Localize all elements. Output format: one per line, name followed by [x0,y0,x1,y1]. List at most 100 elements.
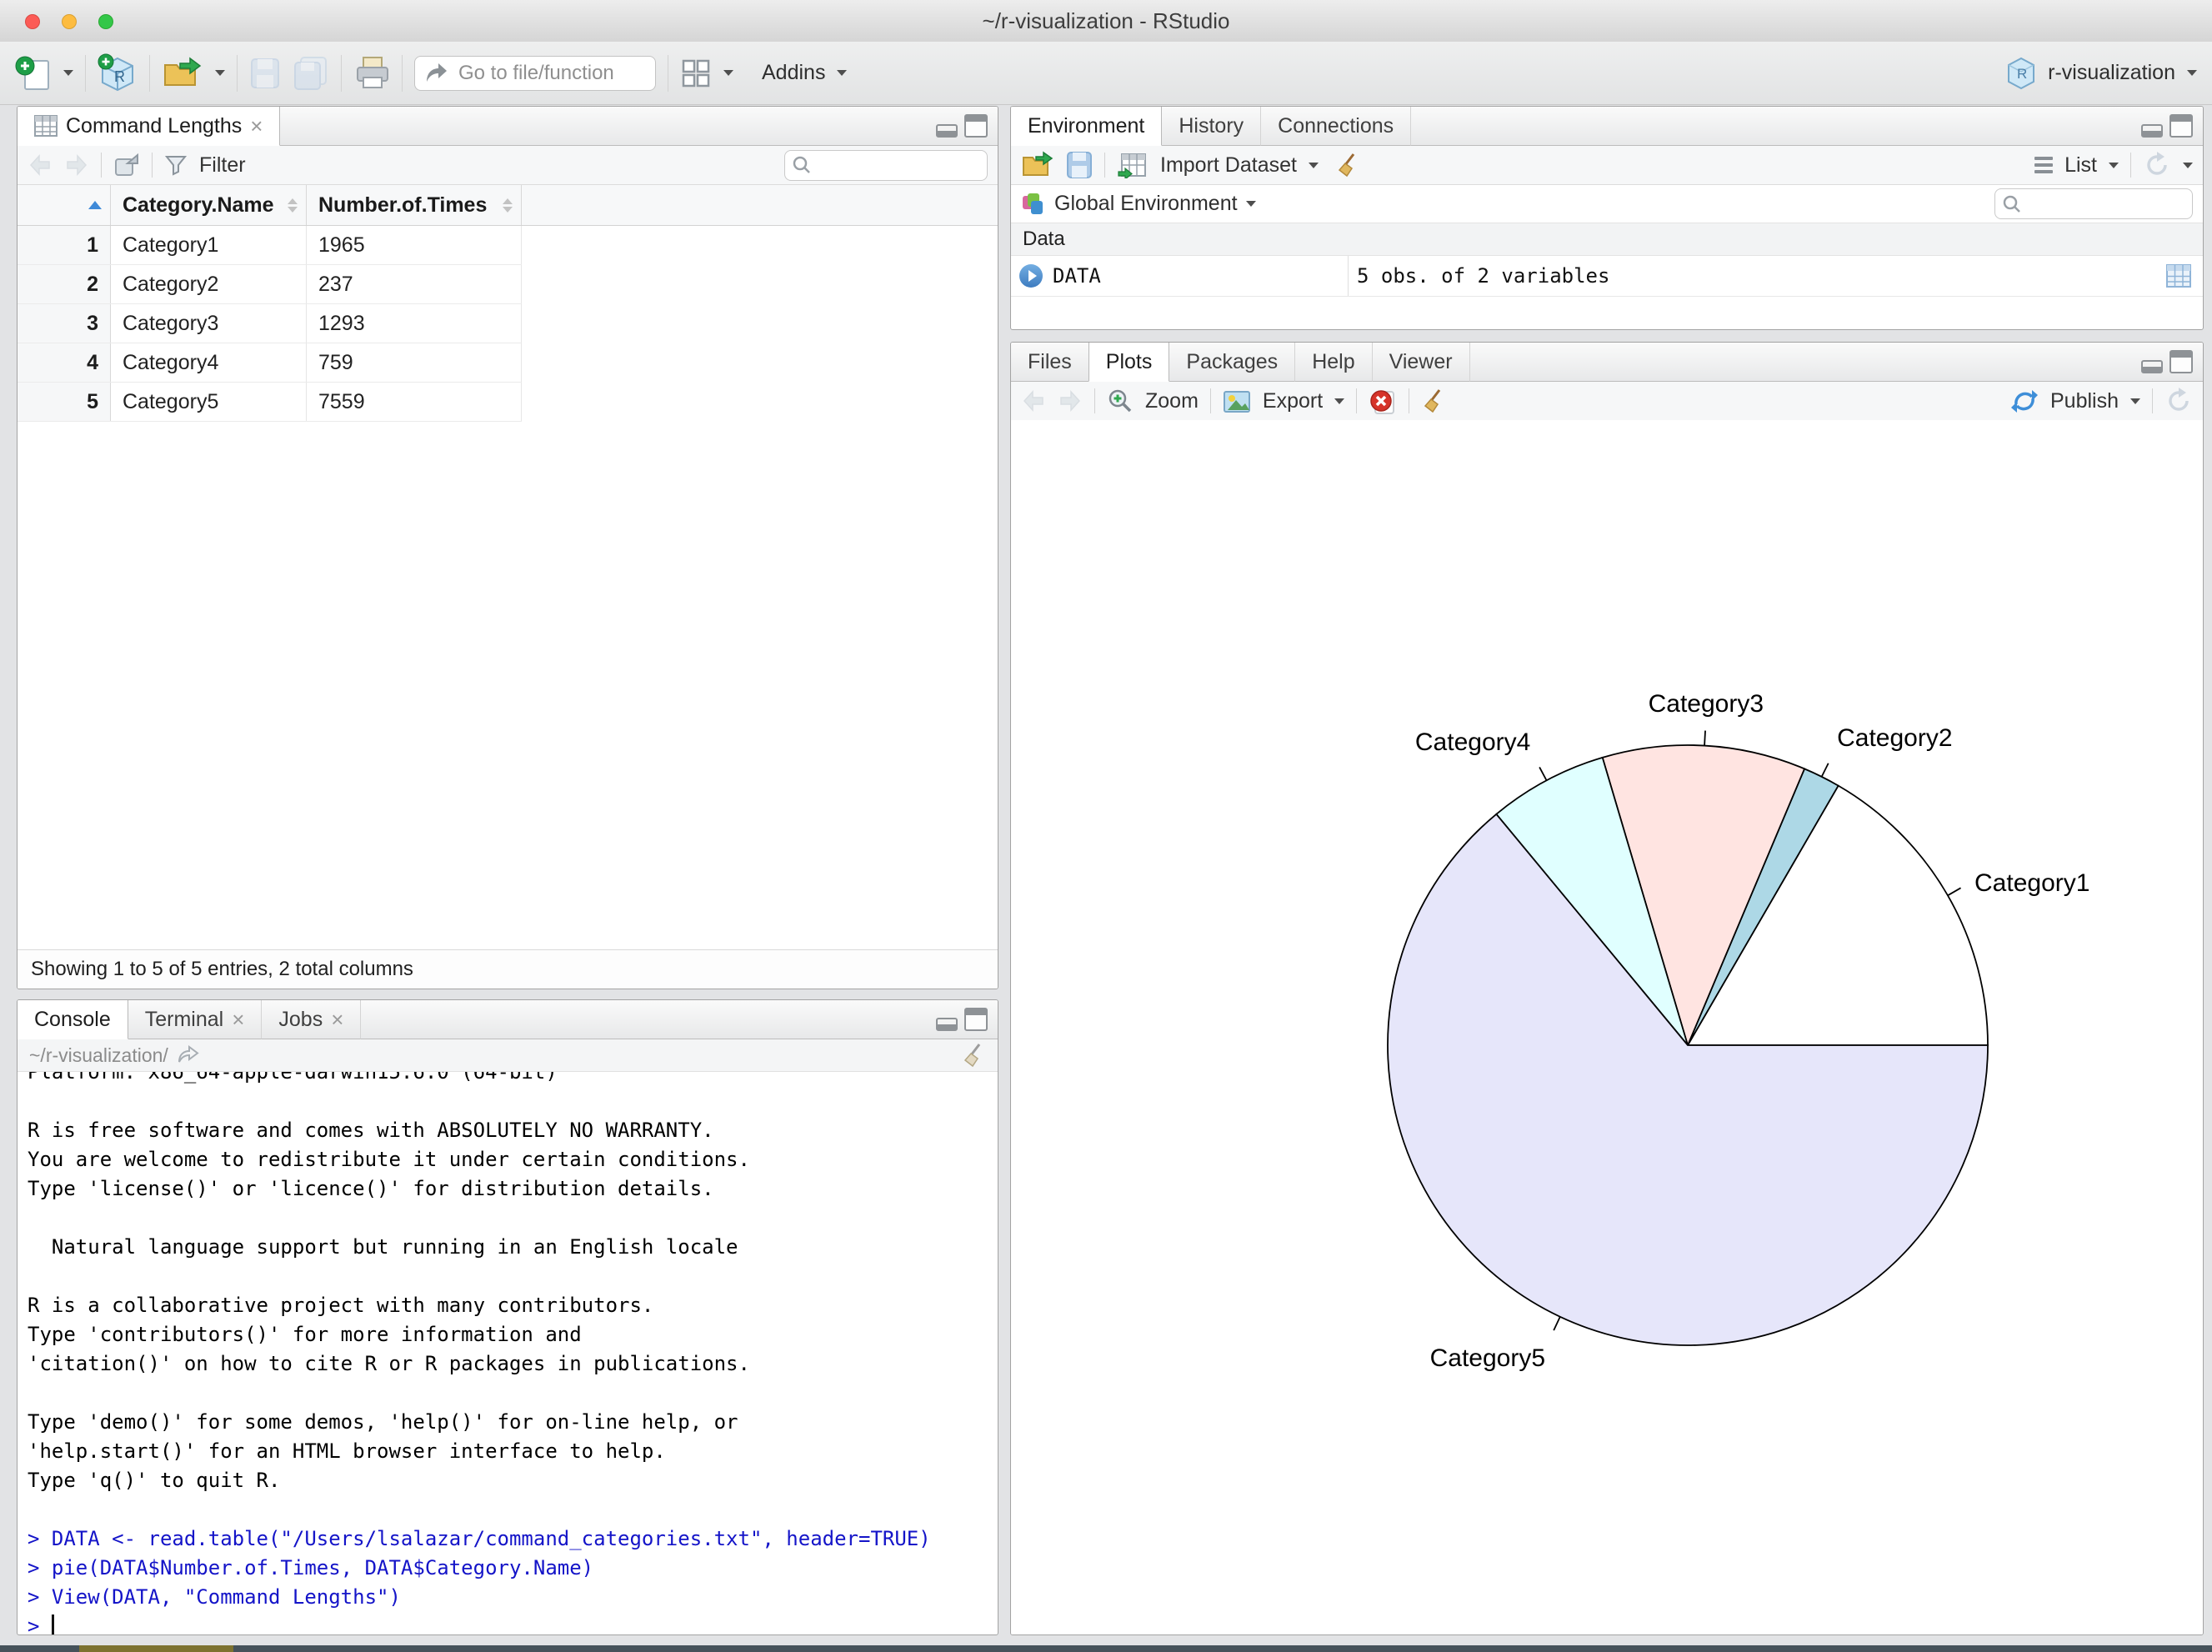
category-name-cell[interactable]: Category1 [111,226,307,264]
goto-file-input[interactable] [457,60,635,86]
table-row[interactable]: 4 Category4 759 [18,343,522,383]
next-plot-icon[interactable] [1058,389,1083,413]
print-icon[interactable] [353,56,390,91]
table-row[interactable]: 3 Category3 1293 [18,304,522,343]
environment-object-row[interactable]: DATA 5 obs. of 2 variables [1011,256,2203,297]
open-file-dropdown[interactable] [215,70,225,76]
zoom-plot-icon[interactable] [1107,388,1134,414]
save-icon[interactable] [249,57,281,90]
project-dropdown[interactable] [2187,70,2197,76]
minimize-pane-icon[interactable] [2141,124,2163,138]
sort-ascending-icon[interactable] [88,201,102,209]
remove-plot-icon[interactable] [1369,387,1397,415]
number-of-times-cell[interactable]: 1965 [307,226,522,264]
list-view-label[interactable]: List [2064,153,2097,178]
previous-plot-icon[interactable] [1021,389,1046,413]
close-icon[interactable]: × [232,1009,244,1030]
tab-environment[interactable]: Environment [1011,107,1163,146]
category-name-cell[interactable]: Category2 [111,265,307,303]
category-name-cell[interactable]: Category4 [111,343,307,382]
column-header-category-name[interactable]: Category.Name [111,185,307,225]
tab-history[interactable]: History [1162,107,1262,146]
clear-console-icon[interactable] [961,1042,986,1069]
filter-button-label[interactable]: Filter [199,153,246,178]
pane-layout-dropdown[interactable] [723,70,733,76]
goto-directory-icon[interactable] [177,1045,200,1065]
save-workspace-icon[interactable] [1066,151,1093,179]
tab-jobs[interactable]: Jobs × [262,1000,362,1039]
tab-packages[interactable]: Packages [1169,343,1296,382]
tab-terminal[interactable]: Terminal × [128,1000,263,1039]
export-plot-dropdown[interactable] [1334,398,1345,404]
publish-label[interactable]: Publish [2050,389,2119,413]
refresh-icon[interactable] [2143,151,2171,179]
save-all-icon[interactable] [293,56,329,91]
category-name-cell[interactable]: Category3 [111,304,307,343]
minimize-pane-icon[interactable] [936,124,958,138]
environment-search-box[interactable] [1994,188,2193,219]
filter-icon[interactable] [164,153,188,177]
category-name-cell[interactable]: Category5 [111,383,307,421]
goto-file-search[interactable] [414,55,656,91]
new-file-dropdown[interactable] [63,70,73,76]
tab-viewer[interactable]: Viewer [1372,343,1470,382]
tab-command-lengths[interactable]: Command Lengths × [18,107,281,146]
minimize-pane-icon[interactable] [936,1018,958,1031]
refresh-dropdown[interactable] [2183,162,2193,168]
addins-button[interactable]: Addins [762,61,825,85]
row-number-cell[interactable]: 5 [18,383,111,421]
table-row[interactable]: 1 Category1 1965 [18,226,522,265]
number-of-times-cell[interactable]: 759 [307,343,522,382]
pane-layout-icon[interactable] [680,58,712,89]
open-file-icon[interactable] [162,55,203,92]
maximize-pane-icon[interactable] [2169,350,2193,373]
number-of-times-cell[interactable]: 7559 [307,383,522,421]
close-icon[interactable]: × [250,115,263,137]
row-number-cell[interactable]: 2 [18,265,111,303]
import-dataset-label[interactable]: Import Dataset [1160,153,1297,178]
clear-environment-icon[interactable] [1335,152,1360,178]
publish-dropdown[interactable] [2130,398,2140,404]
export-plot-icon[interactable] [1223,388,1251,413]
global-environment-dropdown[interactable] [1245,201,1256,207]
global-environment-selector[interactable]: Global Environment [1054,192,1238,216]
tab-connections[interactable]: Connections [1261,107,1412,146]
maximize-pane-icon[interactable] [2169,114,2193,138]
list-view-icon[interactable] [2034,157,2054,173]
viewer-search-box[interactable] [784,149,988,181]
environment-search-input[interactable] [2029,192,2174,216]
addins-dropdown[interactable] [837,70,848,76]
refresh-plot-icon[interactable] [2164,387,2193,415]
publish-icon[interactable] [2010,388,2039,414]
import-dataset-icon[interactable] [1117,152,1149,178]
open-new-window-icon[interactable] [113,153,140,178]
column-header-number-of-times[interactable]: Number.of.Times [307,185,522,225]
new-project-icon[interactable]: R [98,53,138,93]
forward-icon[interactable] [64,153,89,177]
maximize-pane-icon[interactable] [964,114,988,138]
viewer-search-input[interactable] [818,153,963,178]
view-data-grid-icon[interactable] [2166,264,2191,288]
export-plot-label[interactable]: Export [1263,389,1323,413]
list-view-dropdown[interactable] [2109,162,2119,168]
new-file-icon[interactable] [15,54,52,93]
clear-all-plots-icon[interactable] [1421,388,1446,414]
row-number-cell[interactable]: 1 [18,226,111,264]
tab-help[interactable]: Help [1295,343,1373,382]
tab-plots[interactable]: Plots [1088,343,1170,382]
row-number-cell[interactable]: 3 [18,304,111,343]
table-row[interactable]: 2 Category2 237 [18,265,522,304]
import-dataset-dropdown[interactable] [1308,162,1319,168]
project-selector[interactable]: r-visualization [2048,61,2175,85]
table-row[interactable]: 5 Category5 7559 [18,383,522,422]
minimize-pane-icon[interactable] [2141,360,2163,373]
tab-files[interactable]: Files [1011,343,1089,382]
close-icon[interactable]: × [331,1009,343,1030]
zoom-plot-label[interactable]: Zoom [1145,389,1199,413]
load-workspace-icon[interactable] [1021,150,1054,180]
maximize-pane-icon[interactable] [964,1008,988,1031]
number-of-times-cell[interactable]: 1293 [307,304,522,343]
console-output[interactable]: Platform: x86_64-apple-darwin15.6.0 (64-… [18,1072,998,1634]
tab-console[interactable]: Console [18,1000,128,1039]
back-icon[interactable] [28,153,53,177]
